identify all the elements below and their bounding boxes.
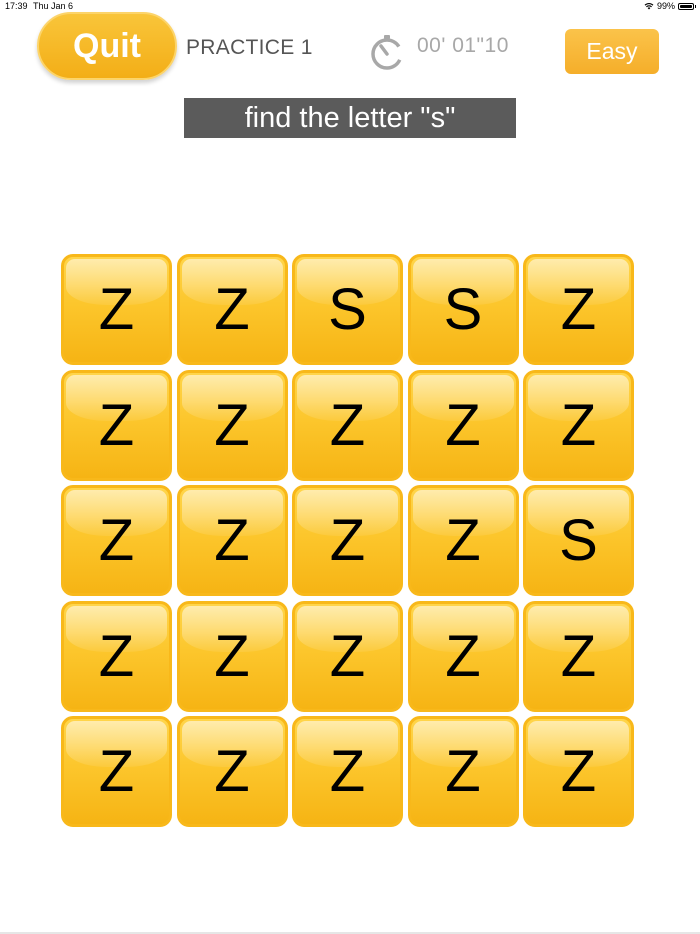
tile-letter: Z: [329, 739, 366, 804]
battery-percent: 99%: [656, 1, 675, 11]
tile-letter: Z: [98, 623, 135, 689]
practice-label: PRACTICE 1: [186, 36, 313, 59]
letter-tile[interactable]: Z: [523, 254, 634, 365]
status-indicators: 99%: [644, 1, 696, 11]
difficulty-button[interactable]: Easy: [565, 29, 659, 74]
tile-letter: Z: [214, 508, 250, 573]
battery-icon: [678, 2, 696, 10]
letter-tile[interactable]: Z: [407, 600, 519, 712]
letter-tile[interactable]: Z: [176, 485, 288, 596]
letter-tile[interactable]: Z: [61, 485, 172, 596]
tile-letter: Z: [214, 623, 250, 689]
letter-tile[interactable]: S: [292, 254, 403, 365]
tile-letter: Z: [560, 739, 597, 804]
instruction-banner: find the letter "s": [184, 98, 516, 138]
tile-letter: Z: [560, 623, 597, 689]
letter-tile[interactable]: Z: [61, 254, 172, 365]
tile-letter: Z: [445, 623, 481, 689]
letter-tile[interactable]: Z: [523, 600, 634, 712]
tile-letter: Z: [560, 392, 597, 458]
quit-button[interactable]: Quit: [37, 12, 177, 80]
tile-letter: Z: [329, 392, 366, 458]
letter-tile[interactable]: Z: [292, 369, 403, 481]
letter-grid: ZZSSZZZZZZZZZZSZZZZZZZZZZ: [61, 254, 637, 830]
letter-tile[interactable]: Z: [523, 716, 634, 827]
status-time: 17:39: [5, 1, 28, 11]
letter-tile[interactable]: Z: [292, 600, 403, 712]
letter-tile[interactable]: Z: [176, 254, 288, 365]
wifi-icon: [644, 3, 654, 10]
letter-tile[interactable]: S: [407, 254, 519, 365]
tile-letter: Z: [98, 392, 135, 458]
letter-tile[interactable]: Z: [61, 600, 172, 712]
timer-display: 00' 01"10: [417, 34, 509, 57]
tile-letter: S: [559, 508, 598, 573]
tile-letter: Z: [445, 739, 481, 804]
tile-letter: Z: [98, 508, 135, 573]
letter-tile[interactable]: Z: [523, 369, 634, 481]
tile-letter: Z: [445, 392, 481, 458]
letter-tile[interactable]: Z: [407, 716, 519, 827]
letter-tile[interactable]: Z: [176, 369, 288, 481]
stopwatch-icon: [371, 35, 403, 70]
tile-letter: S: [443, 277, 483, 342]
tile-letter: Z: [98, 277, 135, 342]
tile-letter: Z: [98, 739, 135, 804]
tile-letter: Z: [445, 508, 481, 573]
letter-tile[interactable]: Z: [61, 369, 172, 481]
letter-tile[interactable]: Z: [176, 600, 288, 712]
letter-tile[interactable]: Z: [407, 369, 519, 481]
tile-letter: S: [328, 277, 367, 342]
tile-letter: Z: [560, 277, 597, 342]
letter-tile[interactable]: Z: [292, 485, 403, 596]
battery-fill: [680, 4, 692, 8]
letter-tile[interactable]: S: [523, 485, 634, 596]
letter-tile[interactable]: Z: [61, 716, 172, 827]
tile-letter: Z: [214, 277, 250, 342]
tile-letter: Z: [329, 508, 366, 573]
letter-tile[interactable]: Z: [407, 485, 519, 596]
letter-tile[interactable]: Z: [176, 716, 288, 827]
letter-tile[interactable]: Z: [292, 716, 403, 827]
tile-letter: Z: [214, 392, 250, 458]
status-date: Thu Jan 6: [33, 1, 74, 11]
tile-letter: Z: [214, 739, 250, 804]
tile-letter: Z: [329, 623, 366, 689]
